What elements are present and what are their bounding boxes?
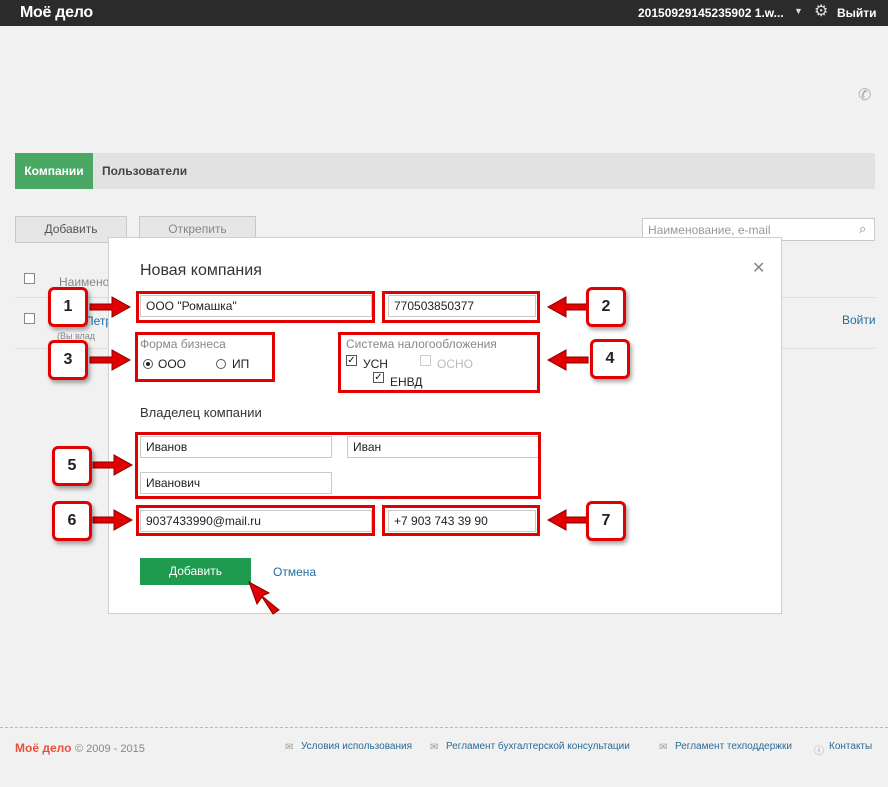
arrow-7 bbox=[546, 509, 589, 531]
arrow-4 bbox=[546, 349, 589, 371]
callout-badge-7: 7 bbox=[586, 501, 626, 541]
mail-icon: ✉ bbox=[285, 742, 294, 753]
mail-icon: ✉ bbox=[430, 742, 439, 753]
footer-link-contacts[interactable]: Контакты bbox=[829, 741, 872, 752]
callout-badge-4: 4 bbox=[590, 339, 630, 379]
arrow-5 bbox=[92, 454, 134, 476]
footer-link-support-rules[interactable]: Регламент техподдержки bbox=[675, 741, 792, 752]
mail-icon: ✉ bbox=[659, 742, 668, 753]
arrow-submit bbox=[248, 580, 280, 615]
arrow-3 bbox=[89, 349, 132, 371]
footer-divider bbox=[0, 727, 888, 728]
footer-copyright: © 2009 - 2015 bbox=[75, 743, 145, 755]
callout-badge-5: 5 bbox=[52, 446, 92, 486]
callout-arrows bbox=[89, 296, 589, 615]
arrow-2 bbox=[546, 296, 589, 318]
footer-link-accounting-rules[interactable]: Регламент бухгалтерской консультации bbox=[446, 741, 630, 752]
callout-badge-1: 1 bbox=[48, 287, 88, 327]
footer-logo[interactable]: Моё дело bbox=[15, 741, 71, 755]
footer-link-terms[interactable]: Условия использования bbox=[301, 741, 412, 752]
arrow-1 bbox=[89, 296, 132, 318]
arrow-6 bbox=[92, 509, 134, 531]
callout-badge-2: 2 bbox=[586, 287, 626, 327]
info-icon: ⓘ bbox=[814, 746, 824, 757]
callout-badge-6: 6 bbox=[52, 501, 92, 541]
callout-badge-3: 3 bbox=[48, 340, 88, 380]
